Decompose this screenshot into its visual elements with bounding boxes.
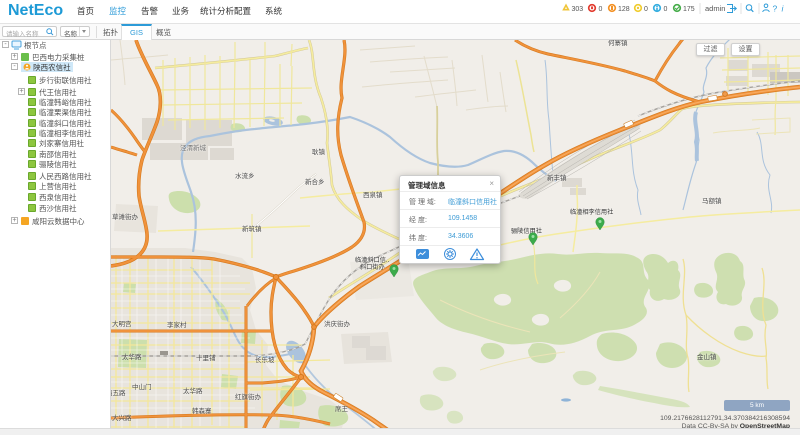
svg-text:太华路: 太华路 [122, 352, 142, 361]
svg-text:马额镇: 马额镇 [702, 196, 722, 205]
svg-text:大明宫: 大明宫 [112, 319, 132, 328]
svg-text:骊陵信用社: 骊陵信用社 [511, 227, 542, 235]
svg-text:洪庆街办: 洪庆街办 [324, 319, 351, 328]
svg-text:西泉镇: 西泉镇 [363, 190, 383, 199]
svg-text:128: 128 [618, 6, 630, 13]
svg-text:长乐坡: 长乐坡 [255, 355, 275, 364]
svg-text:新筑镇: 新筑镇 [242, 224, 262, 233]
svg-text:太华路: 太华路 [183, 386, 203, 395]
svg-text:红旗街办: 红旗街办 [235, 392, 262, 401]
svg-text:i: i [782, 4, 785, 14]
svg-text:水流乡: 水流乡 [235, 171, 255, 180]
svg-text:admin: admin [705, 4, 725, 13]
svg-text:0: 0 [664, 6, 668, 13]
svg-text:175: 175 [683, 6, 695, 13]
svg-text:泾渭新城: 泾渭新城 [180, 143, 207, 152]
svg-text:韩森寨: 韩森寨 [192, 406, 212, 415]
svg-text:耿镇: 耿镇 [312, 147, 326, 156]
svg-text:李家村: 李家村 [167, 320, 187, 329]
svg-text:斜口街办: 斜口街办 [360, 263, 385, 271]
svg-text:临潼相李信用社: 临潼相李信用社 [570, 208, 613, 216]
svg-text:何寨镇: 何寨镇 [608, 40, 628, 47]
svg-text:大兴路: 大兴路 [112, 413, 132, 422]
svg-text:金山镇: 金山镇 [697, 352, 717, 361]
svg-text:303: 303 [572, 6, 584, 13]
svg-text:西五路: 西五路 [111, 388, 126, 397]
svg-text:0: 0 [599, 6, 603, 13]
svg-text:草滩街办: 草滩街办 [112, 212, 139, 221]
svg-text:0: 0 [644, 6, 648, 13]
svg-text:?: ? [773, 4, 778, 14]
svg-text:席王: 席王 [335, 404, 349, 413]
svg-text:新丰镇: 新丰镇 [547, 173, 567, 182]
svg-text:中山门: 中山门 [132, 382, 152, 391]
svg-text:十里铺: 十里铺 [196, 353, 216, 362]
svg-text:新合乡: 新合乡 [305, 177, 325, 186]
svg-text:临潼斜口信..: 临潼斜口信.. [355, 256, 390, 264]
